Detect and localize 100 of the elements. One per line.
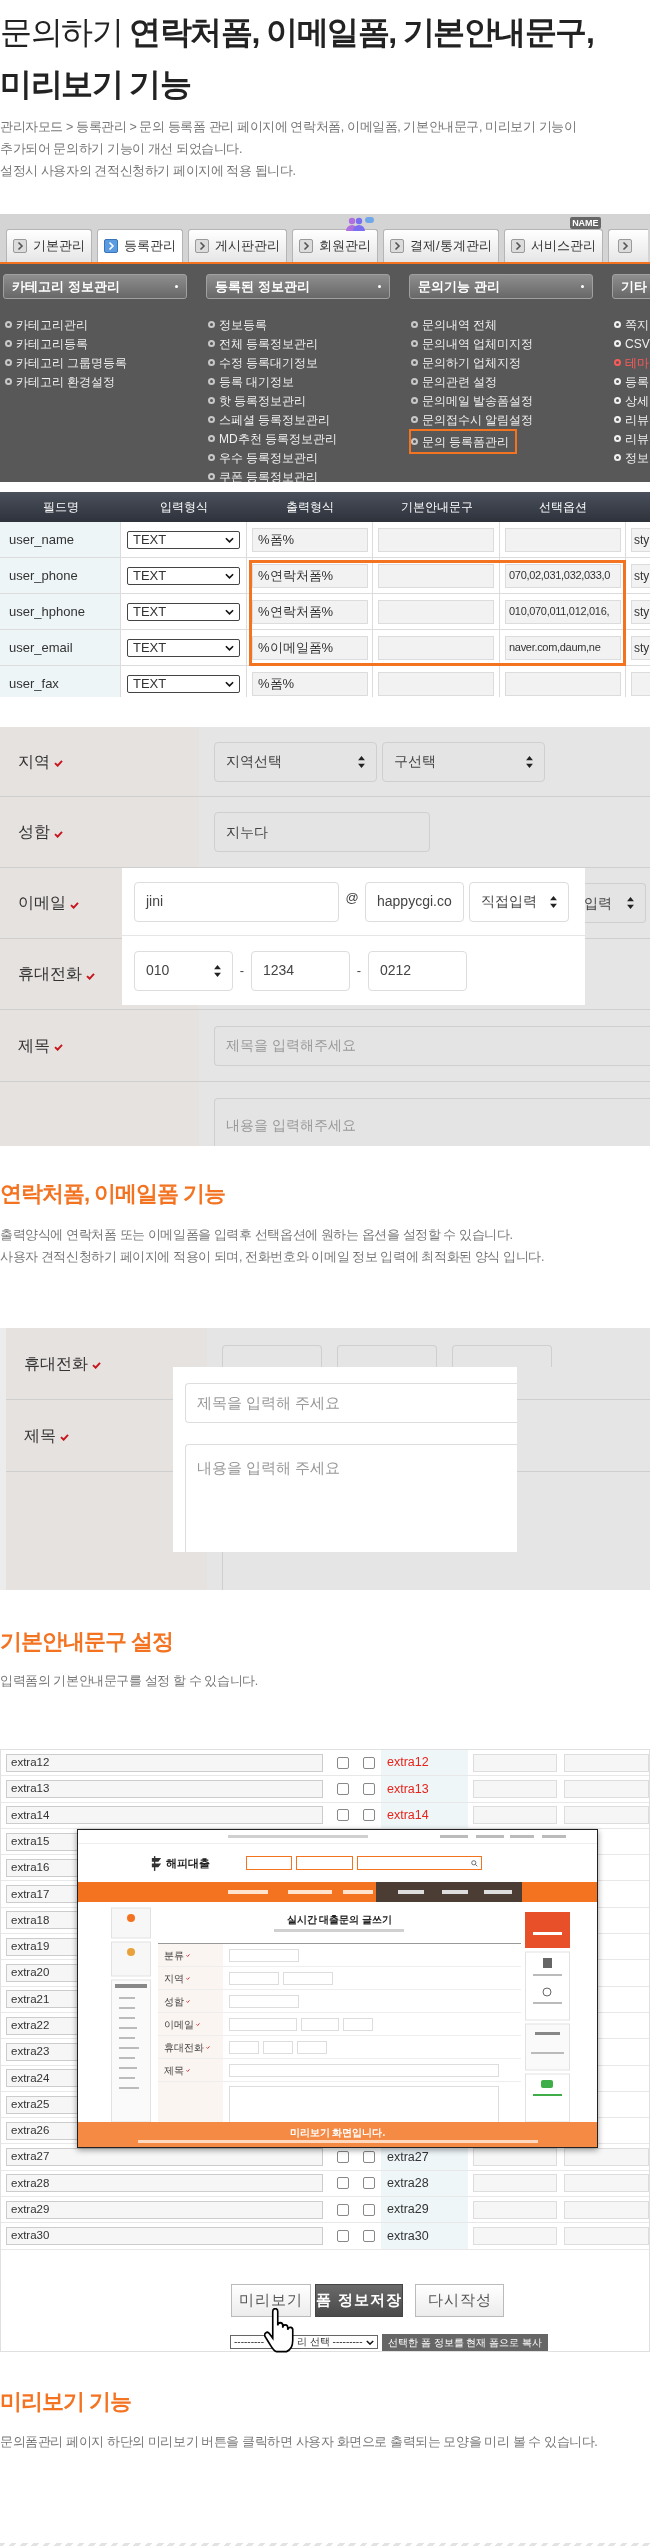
input-field[interactable]: sty — [631, 527, 650, 552]
input-field[interactable]: extra16 — [6, 1858, 77, 1877]
menu-item[interactable]: 정보 — [612, 448, 650, 467]
input-field[interactable]: extra26 — [6, 2121, 77, 2140]
input-field[interactable]: 070,02,031,032,033,0 — [505, 563, 621, 588]
type-select[interactable]: TEXT — [127, 602, 240, 621]
menu-item[interactable]: 상세 — [612, 391, 650, 410]
menu-item[interactable]: CSV — [612, 334, 650, 353]
select-field[interactable]: 010 — [134, 950, 233, 991]
description-text: 관리자모드 > 등록관리 > 문의 등록폼 관리 페이지에 연락처폼, 이메일폼, 기본안내문구, 미리보기 기능이 추가되어 문의하기 기능이 개선 되었습니다. 설정시 사용자의 견적신청하기 페이지에 적용 됩니다. — [0, 119, 578, 180]
banner-text: 미리보기 화면입니다. — [289, 2126, 386, 2138]
input-field[interactable]: extra30 — [6, 2227, 323, 2245]
input-field[interactable]: extra14 — [6, 1806, 323, 1825]
select-field[interactable]: 구선택 — [382, 741, 545, 782]
menu-item[interactable]: 문의관련 설정 — [409, 372, 506, 391]
input-field[interactable]: extra15 — [6, 1832, 77, 1851]
menu-item[interactable]: MD추천 등록정보관리 — [206, 429, 345, 448]
menu-item[interactable]: 쪽지 — [612, 315, 650, 334]
tab[interactable]: 서비스관리 — [503, 229, 603, 262]
menu-item[interactable]: 문의 등록폼관리 — [409, 429, 518, 454]
input-field[interactable]: extra29 — [6, 2200, 323, 2219]
table-cell: user_fax — [0, 666, 121, 697]
input-field[interactable]: 010,070,011,012,016, — [505, 599, 621, 624]
menu-item[interactable]: 문의하기 업체지정 — [409, 353, 530, 372]
menu-item[interactable]: 수정 등록대기정보 — [206, 353, 327, 372]
input-field[interactable]: extra25 — [6, 2095, 77, 2114]
input-field[interactable]: jini — [134, 881, 339, 922]
select-field[interactable]: 지역선택 — [214, 741, 377, 782]
tab[interactable]: 결제/통계관리 — [383, 229, 499, 262]
tab[interactable]: 기본관리 — [6, 229, 92, 262]
input-field[interactable]: naver.com,daum,ne — [505, 635, 621, 660]
input-field[interactable]: 지누다 — [214, 812, 430, 852]
field-label: 휴대전화 — [24, 1353, 88, 1374]
menu-item[interactable]: 문의메일 발송폼설정 — [409, 391, 542, 410]
select-field[interactable]: 입력 — [584, 883, 646, 923]
tab[interactable]: 게시판관리 — [188, 229, 287, 262]
menu-item[interactable]: 스페셜 등록정보관리 — [206, 410, 339, 429]
input-field[interactable]: extra24 — [6, 2069, 77, 2088]
input-field[interactable]: extra18 — [6, 1911, 77, 1930]
input-field[interactable]: %이메일폼% — [252, 635, 368, 660]
menu-item[interactable]: 문의내역 업체미지정 — [409, 334, 542, 353]
select-field[interactable]: 직접입력 — [469, 881, 569, 922]
input-field[interactable]: %폼% — [252, 527, 368, 552]
copy-button[interactable]: 선택한 폼 정보를 현재 폼으로 복사 — [382, 2333, 548, 2351]
menu-item[interactable]: 등록 — [612, 372, 650, 391]
field-label: 이메일 — [18, 893, 66, 913]
input-field[interactable]: extra13 — [6, 1779, 323, 1798]
input-field[interactable]: 0212 — [368, 950, 467, 991]
tab[interactable]: 회원관리 — [292, 229, 378, 262]
field-label: 제목 — [18, 1035, 50, 1056]
menu-item[interactable]: 정보등록 — [206, 315, 275, 334]
input-field[interactable]: extra20 — [6, 1964, 77, 1982]
menu-item[interactable]: 리뷰 — [612, 410, 650, 429]
input-field[interactable]: extra28 — [6, 2174, 323, 2193]
menu-item[interactable]: 핫 등록정보관리 — [206, 391, 315, 410]
menu-item[interactable]: 리뷰 — [612, 429, 650, 448]
menu-item[interactable]: 카테고리 그룹명등록 — [3, 353, 136, 372]
dash-separator: - — [355, 961, 363, 980]
input-field[interactable]: extra27 — [6, 2148, 323, 2167]
type-select[interactable]: TEXT — [127, 638, 240, 657]
menu-item[interactable]: 카테고리관리 — [3, 315, 96, 334]
form-button[interactable]: 다시작성 — [415, 2283, 504, 2317]
menu-header-title: 문의기능 관리 — [418, 277, 500, 296]
input-field[interactable]: sty — [631, 635, 650, 660]
type-select[interactable]: TEXT — [127, 530, 240, 549]
menu-item[interactable]: 쿠폰 등록정보관리 — [206, 467, 327, 482]
menu-item[interactable]: 문의내역 전체 — [409, 315, 506, 334]
column-header: 필드명 — [0, 492, 121, 522]
field-label: 제목 — [164, 2063, 184, 2078]
input-field[interactable]: %폼% — [252, 671, 368, 696]
input-field[interactable]: sty — [631, 599, 650, 624]
input-field[interactable]: %연락처폼% — [252, 599, 368, 624]
form-button[interactable]: 미리보기 — [231, 2283, 311, 2317]
type-select[interactable]: TEXT — [127, 566, 240, 585]
input-field[interactable]: extra23 — [6, 2042, 77, 2061]
menu-item[interactable]: 우수 등록정보관리 — [206, 448, 327, 467]
tab[interactable]: 등록관리 — [97, 229, 183, 262]
input-field[interactable]: %연락처폼% — [252, 563, 368, 588]
menu-item[interactable]: 문의접수시 알림설정 — [409, 410, 542, 429]
type-select[interactable]: TEXT — [127, 674, 240, 693]
input-field[interactable]: extra21 — [6, 1990, 77, 2009]
form-button[interactable]: 폼 정보저장 — [315, 2283, 403, 2317]
field-label: 성함 — [164, 1994, 184, 2009]
input-field[interactable]: 1234 — [251, 950, 350, 991]
menu-item[interactable]: 카테고리 환경설정 — [3, 372, 124, 391]
menu-item[interactable]: 등록 대기정보 — [206, 372, 303, 391]
menu-item[interactable]: 전체 등록정보관리 — [206, 334, 327, 353]
menu-item[interactable]: 카테고리등록 — [3, 334, 96, 353]
menu-header-title: 기타 — [621, 277, 647, 296]
column-header: 출력형식 — [247, 492, 373, 522]
input-field[interactable]: extra17 — [6, 1885, 77, 1904]
table-cell: extra12 — [381, 1750, 468, 1776]
column-header: 선택옵션 — [500, 492, 626, 522]
input-field[interactable]: extra12 — [6, 1753, 323, 1772]
input-field[interactable]: extra22 — [6, 2016, 77, 2035]
input-field[interactable]: happycgi.co — [365, 881, 464, 922]
field-label: 휴대전화 — [164, 2040, 204, 2055]
input-field[interactable]: sty — [631, 563, 650, 588]
input-field[interactable]: extra19 — [6, 1937, 77, 1956]
section-heading: 연락처폼, 이메일폼 기능 — [0, 1180, 227, 1208]
